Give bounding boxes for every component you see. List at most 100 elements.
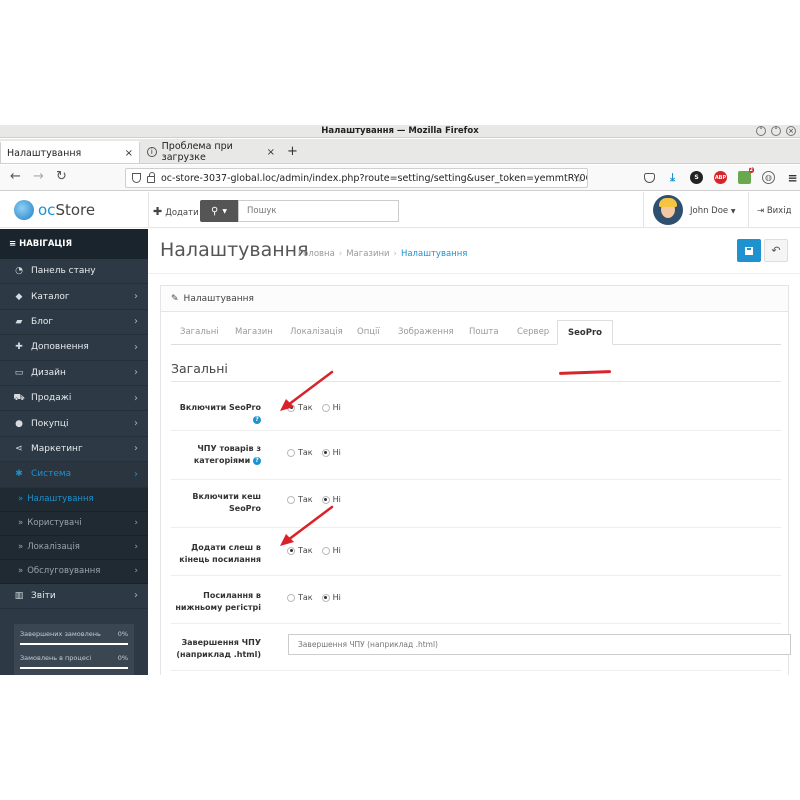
back-arrow-icon[interactable]: ←	[10, 169, 21, 184]
chevron-right-icon: ›	[134, 566, 138, 577]
logout-button[interactable]: ⇥ Вихід	[757, 206, 791, 216]
chevron-right-icon: ›	[134, 291, 138, 303]
sidebar-subitem-label: Локалізація	[27, 542, 80, 553]
reload-icon[interactable]: ↻	[56, 169, 67, 184]
shield-icon[interactable]	[132, 173, 141, 183]
sidebar-subitem-maintenance[interactable]: » Обслуговування ›	[0, 559, 148, 584]
close-tab-icon[interactable]: ×	[267, 147, 275, 158]
cart-icon: ⛟	[13, 392, 25, 403]
avatar[interactable]	[653, 195, 683, 225]
logout-icon: ⇥	[757, 206, 765, 216]
chevron-right-icon: ›	[134, 392, 138, 404]
close-tab-icon[interactable]: ×	[125, 148, 133, 159]
sidebar-item-catalog[interactable]: ◆ Каталог ›	[0, 284, 148, 310]
tab-seopro[interactable]: SeoPro	[557, 320, 613, 345]
close-window-icon[interactable]: ×	[786, 126, 796, 136]
url-suffix-input[interactable]	[288, 634, 791, 655]
ocstore-logo[interactable]: oc Store	[14, 200, 95, 220]
sidebar-item-dashboard[interactable]: ◔ Панель стану	[0, 259, 148, 285]
tab-general[interactable]: Загальні	[180, 320, 219, 345]
sidebar-item-reports[interactable]: ▥ Звіти ›	[0, 584, 148, 609]
new-tab-icon[interactable]: +	[287, 144, 298, 159]
tab-server[interactable]: Сервер	[517, 320, 549, 345]
lock-icon[interactable]	[147, 172, 155, 183]
logo-text-store: Store	[55, 201, 96, 219]
pencil-icon: ✎	[171, 293, 179, 304]
minimize-icon[interactable]: ˅	[756, 126, 766, 136]
chevron-double-icon: »	[18, 518, 24, 529]
chevron-right-icon: ›	[134, 590, 138, 602]
field-label-text: (наприклад .html)	[176, 650, 261, 659]
radio-yes[interactable]: Так	[287, 593, 313, 602]
radio-yes[interactable]: Так	[287, 448, 313, 457]
order-stats: Завершених замовлень 0% Замовлень в проце…	[14, 624, 134, 675]
maximize-icon[interactable]: ˄	[771, 126, 781, 136]
sidebar-subitem-settings[interactable]: » Налаштування	[0, 487, 148, 512]
sidebar-heading[interactable]: ≡ НАВІГАЦІЯ	[0, 229, 148, 259]
puzzle-icon: ✚	[15, 342, 23, 353]
bookmark-star-icon[interactable]: ☆	[573, 172, 583, 185]
breadcrumb-current[interactable]: Налаштування	[401, 249, 467, 259]
tab-mail[interactable]: Пошта	[469, 320, 499, 345]
sidebar-item-marketing[interactable]: ⋖ Маркетинг ›	[0, 437, 148, 463]
radio-no[interactable]: Ні	[321, 593, 341, 602]
field-label: Посилання в нижньому регістрі	[171, 590, 261, 614]
flag-extension-icon[interactable]: 2	[738, 167, 754, 184]
adblock-icon[interactable]: ABP	[714, 171, 727, 184]
sidebar-subitem-users[interactable]: » Користувачі ›	[0, 511, 148, 536]
radio-button-checked[interactable]	[321, 593, 330, 602]
radio-no[interactable]: Ні	[321, 448, 341, 457]
radio-button[interactable]	[287, 593, 295, 602]
radio-button-checked[interactable]	[321, 495, 330, 504]
radio-button-checked[interactable]	[321, 448, 330, 457]
back-button[interactable]: ↶	[764, 239, 788, 262]
field-label-text: Завершення ЧПУ	[181, 638, 261, 647]
logo-text-oc: oc	[38, 201, 56, 219]
sidebar-subitem-localisation[interactable]: » Локалізація ›	[0, 535, 148, 560]
browser-tab-settings[interactable]: Налаштування ×	[0, 141, 140, 163]
tab-localisation[interactable]: Локалізація	[290, 320, 343, 345]
search-dropdown-button[interactable]: ⚲ ▼	[200, 200, 238, 222]
field-label-text: Додати слеш в	[191, 543, 261, 552]
screenshot: Налаштування — Mozilla Firefox ˅ ˄ × Нал…	[0, 125, 800, 675]
tab-store[interactable]: Магазин	[235, 320, 273, 345]
s-extension-icon[interactable]: S	[690, 171, 703, 184]
logo-mark	[14, 200, 34, 220]
help-icon[interactable]: ?	[253, 457, 261, 465]
sidebar-item-label: Система	[31, 469, 72, 480]
sidebar-item-blog[interactable]: ▰ Блог ›	[0, 310, 148, 336]
browser-tab-problem[interactable]: i Проблема при загрузке ×	[141, 141, 281, 163]
radio-label: Так	[298, 448, 313, 457]
sidebar-item-sales[interactable]: ⛟ Продажі ›	[0, 386, 148, 412]
field-label: Завершення ЧПУ (наприклад .html)	[171, 637, 261, 661]
radio-yes[interactable]: Так	[287, 495, 313, 504]
menu-icon[interactable]: ≡	[786, 171, 799, 185]
radio-label: Ні	[332, 593, 341, 602]
radio-button[interactable]	[287, 495, 295, 504]
tab-images[interactable]: Зображення	[398, 320, 454, 345]
caret-down-icon: ▼	[222, 207, 227, 215]
breadcrumb-home[interactable]: Головна	[298, 249, 335, 259]
radio-label: Ні	[332, 495, 341, 504]
sidebar-item-design[interactable]: ▭ Дизайн ›	[0, 361, 148, 386]
user-menu[interactable]: John Doe ▼	[690, 206, 736, 216]
chevron-double-icon: »	[18, 566, 24, 577]
sidebar-item-label: Каталог	[31, 291, 70, 302]
sidebar-item-customers[interactable]: ● Покупці ›	[0, 411, 148, 437]
search-input[interactable]	[238, 200, 399, 222]
breadcrumb-stores[interactable]: Магазини	[346, 249, 389, 259]
globe-icon[interactable]: ◍	[762, 171, 775, 184]
help-icon[interactable]: ?	[253, 416, 261, 424]
add-button[interactable]: ✚ Додати	[153, 205, 199, 218]
save-button[interactable]	[737, 239, 761, 262]
radio-no[interactable]: Ні	[321, 495, 341, 504]
radio-button[interactable]	[287, 448, 295, 457]
forward-arrow-icon[interactable]: →	[33, 169, 44, 184]
download-icon[interactable]: ⤓	[666, 171, 679, 184]
breadcrumb: Головна › Магазини › Налаштування	[298, 249, 467, 259]
pocket-icon[interactable]	[644, 172, 655, 183]
sidebar-item-system[interactable]: ✱ Система ›	[0, 462, 148, 488]
url-bar[interactable]: oc-store-3037-global.loc/admin/index.php…	[125, 168, 588, 188]
tab-options[interactable]: Опції	[357, 320, 380, 345]
sidebar-item-extensions[interactable]: ✚ Доповнення ›	[0, 335, 148, 361]
